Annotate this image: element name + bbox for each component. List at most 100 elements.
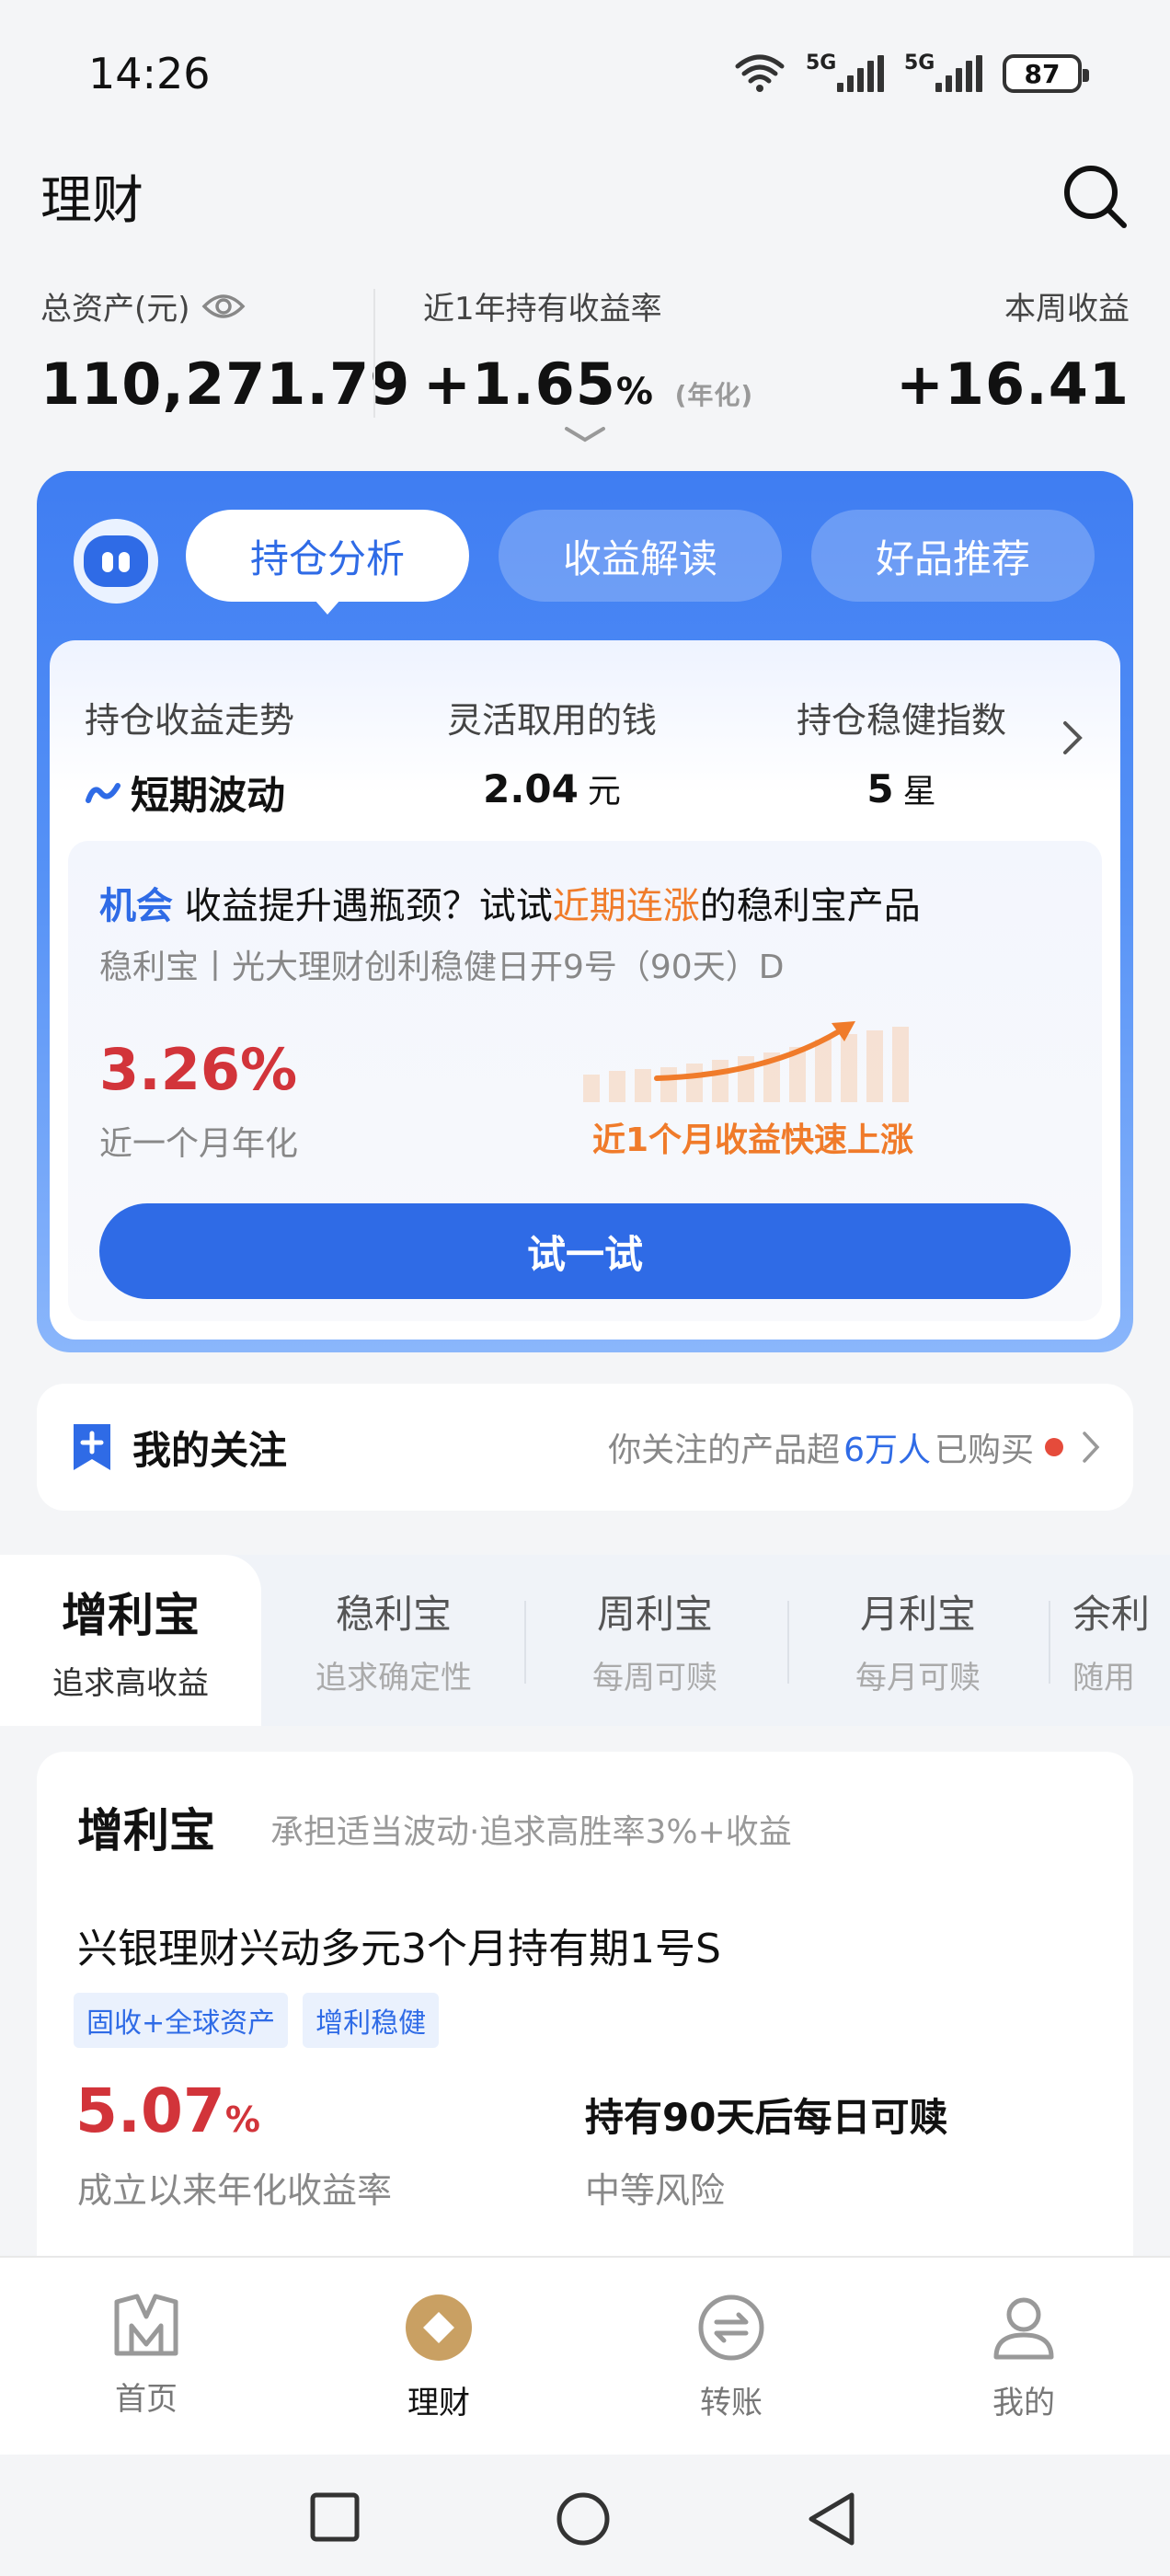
nav-transfer[interactable]: 转账 [585, 2258, 878, 2455]
search-icon[interactable] [1060, 161, 1130, 231]
my-follow-card[interactable]: 我的关注 你关注的产品超 6万人 已购买 [37, 1384, 1133, 1511]
wifi-icon [735, 54, 785, 92]
assistant-robot-icon[interactable] [74, 519, 158, 604]
nav-home-label: 首页 [115, 2381, 178, 2418]
opportunity-subtitle: 稳利宝丨光大理财创利稳健日开9号（90天）D [99, 949, 785, 986]
nav-wealth-label: 理财 [407, 2385, 470, 2421]
nav-home[interactable]: 首页 [0, 2258, 292, 2455]
product-rate-label: 成立以来年化收益率 [77, 2170, 393, 2211]
asset-divider [373, 289, 375, 418]
metric-stability-index[interactable]: 持仓稳健指数 5星 [797, 692, 1006, 812]
product-risk: 中等风险 [585, 2170, 726, 2211]
product-title[interactable]: 兴银理财兴动多元3个月持有期1号S [77, 1915, 721, 1974]
nav-wealth[interactable]: 理财 [292, 2258, 585, 2455]
tab-separator [1049, 1601, 1050, 1684]
product-tabs: 增利宝 追求高收益 稳利宝 追求确定性 周利宝 每周可赎 月利宝 每月可赎 余利… [0, 1555, 1170, 1726]
my-follow-highlight: 6万人 [843, 1432, 931, 1469]
try-button[interactable]: 试一试 [99, 1203, 1071, 1299]
my-follow-summary: 你关注的产品超 6万人 已购买 [608, 1423, 1100, 1471]
week-income[interactable]: 本周收益 +16.41 [896, 283, 1130, 418]
week-income-value: +16.41 [895, 351, 1130, 418]
product-tab-yuelibao[interactable]: 月利宝 每月可赎 [787, 1555, 1049, 1726]
analysis-card: 持仓分析 收益解读 好品推荐 持仓收益走势 短期波动 灵活取用的钱 2.04 元 … [37, 471, 1133, 1352]
network-label-2: 5G [904, 52, 935, 75]
metric-stability-index-unit: 星 [902, 773, 936, 811]
metric-flexible-money-unit: 元 [587, 773, 621, 811]
metric-flexible-money-row: 2.04 元 [447, 765, 657, 812]
notification-dot [1045, 1438, 1063, 1456]
product-category-desc: 承担适当波动·追求高胜率3%+收益 [270, 1813, 792, 1851]
page-title: 理财 [40, 170, 143, 231]
opportunity-box[interactable]: 机会 收益提升遇瓶颈？试试近期连涨的稳利宝产品 稳利宝丨光大理财创利稳健日开9号… [68, 841, 1102, 1321]
battery-level: 87 [1024, 58, 1061, 89]
metric-flexible-money-value: 2.04 [483, 765, 579, 811]
product-rate-value: 5.07 [75, 2076, 225, 2146]
product-tab-name: 月利宝 [859, 1592, 976, 1637]
signal-icon-1: 5G [806, 52, 884, 92]
product-tab-name: 余利 [1072, 1592, 1151, 1637]
product-tab-name: 稳利宝 [335, 1592, 452, 1637]
wave-icon [86, 782, 120, 803]
status-icons: 5G 5G 87 [734, 52, 1089, 94]
rise-text: 近1个月收益快速上涨 [592, 1121, 914, 1159]
metric-income-trend-row: 短期波动 [85, 765, 294, 821]
product-tab-desc: 每月可赎 [855, 1660, 981, 1696]
metric-income-trend[interactable]: 持仓收益走势 短期波动 [85, 692, 294, 821]
nav-profile[interactable]: 我的 [878, 2258, 1170, 2455]
chevron-down-icon[interactable] [563, 425, 607, 445]
metric-stability-index-value: 5 [866, 765, 894, 811]
rising-trend-graphic [583, 1021, 909, 1102]
nav-profile-label: 我的 [992, 2385, 1055, 2421]
metric-stability-index-label: 持仓稳健指数 [797, 700, 1007, 741]
product-tags: 固收+全球资产 增利稳健 [74, 1993, 440, 2048]
product-tab-desc: 随用 [1072, 1660, 1135, 1696]
wealth-icon [406, 2294, 472, 2361]
yield-rate-label: 近1年持有收益率 [423, 291, 662, 328]
product-tab-zhoulibao[interactable]: 周利宝 每周可赎 [524, 1555, 786, 1726]
product-card[interactable]: 增利宝 承担适当波动·追求高胜率3%+收益 兴银理财兴动多元3个月持有期1号S … [37, 1752, 1133, 2267]
product-tab-yulibao[interactable]: 余利 随用 [1052, 1555, 1170, 1726]
product-category-name: 增利宝 [77, 1804, 215, 1857]
eye-icon[interactable] [201, 292, 246, 321]
signal-icon-2: 5G [904, 52, 982, 92]
system-nav-bar [0, 2455, 1170, 2576]
product-tab-desc: 追求确定性 [315, 1660, 472, 1696]
tab-holding-analysis[interactable]: 持仓分析 [186, 510, 469, 615]
back-icon[interactable] [806, 2491, 857, 2547]
total-assets[interactable]: 总资产(元) 110,271.79 [40, 283, 410, 418]
metric-flexible-money-label: 灵活取用的钱 [447, 700, 658, 741]
product-tab-name: 增利宝 [62, 1588, 200, 1642]
bottom-nav: 首页 理财 转账 我的 [0, 2256, 1170, 2455]
product-tab-zenglibao[interactable]: 增利宝 追求高收益 [0, 1555, 261, 1726]
home-circle-icon[interactable] [556, 2491, 611, 2547]
tab-product-recommendation[interactable]: 好品推荐 [811, 510, 1095, 602]
product-tab-desc: 追求高收益 [52, 1664, 209, 1702]
asset-summary: 总资产(元) 110,271.79 近1年持有收益率 +1.65% (年化) 本… [40, 283, 1130, 431]
nav-transfer-label: 转账 [700, 2385, 763, 2421]
status-time: 14:26 [88, 49, 211, 98]
header: 理财 [40, 155, 1130, 237]
metric-flexible-money[interactable]: 灵活取用的钱 2.04 元 [447, 692, 657, 812]
product-redeem: 持有90天后每日可赎 [585, 2095, 948, 2140]
tab-income-interpretation[interactable]: 收益解读 [499, 510, 782, 602]
my-follow-title: 我的关注 [132, 1427, 288, 1473]
product-tab-wenlibao[interactable]: 稳利宝 追求确定性 [263, 1555, 524, 1726]
product-tag: 固收+全球资产 [74, 1993, 289, 2048]
chevron-right-icon [1083, 1432, 1100, 1463]
opportunity-highlight: 近期连涨 [552, 885, 700, 927]
yield-rate-value: +1.65 [423, 351, 616, 418]
opportunity-rate: 3.26% [99, 1036, 298, 1103]
yield-rate-sub: (年化) [674, 380, 754, 410]
product-tag: 增利稳健 [303, 1993, 440, 2048]
recent-apps-icon[interactable] [309, 2491, 361, 2543]
transfer-icon [698, 2294, 764, 2361]
status-bar: 14:26 5G 5G 87 [0, 0, 1170, 147]
chevron-right-icon[interactable] [1061, 719, 1084, 756]
opportunity-text-after: 的稳利宝产品 [699, 885, 921, 927]
home-icon [114, 2294, 178, 2356]
profile-icon [993, 2297, 1054, 2360]
my-follow-text-after: 已购买 [934, 1432, 1034, 1469]
opportunity-tag: 机会 [99, 885, 173, 927]
yield-rate[interactable]: 近1年持有收益率 +1.65% (年化) [423, 283, 753, 418]
total-assets-label: 总资产(元) [40, 291, 190, 328]
